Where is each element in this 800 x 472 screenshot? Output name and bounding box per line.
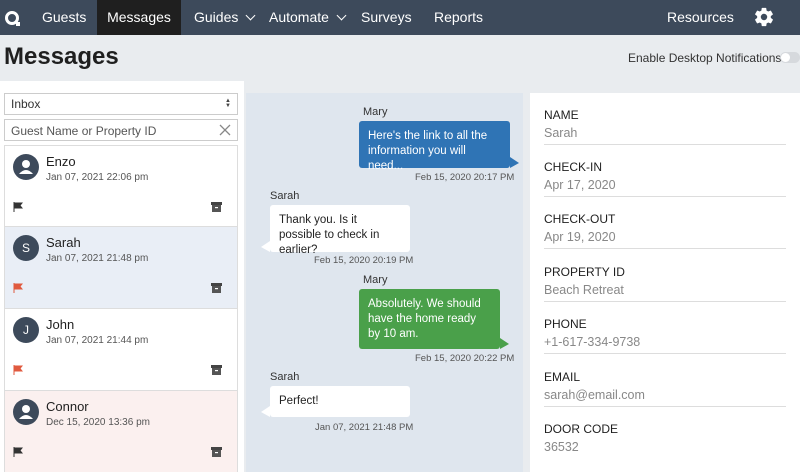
guest-search-input[interactable]: Guest Name or Property ID — [4, 119, 238, 141]
detail-door-code: DOOR CODE 36532 — [544, 407, 786, 459]
clear-search-icon[interactable] — [218, 123, 232, 137]
logo-icon[interactable] — [0, 0, 24, 35]
nav-guests[interactable]: Guests — [42, 0, 86, 35]
message-time: Feb 15, 2020 20:17 PM — [415, 172, 515, 183]
chevron-down-icon — [336, 10, 347, 21]
message-thread: Mary Here's the link to all the informat… — [246, 93, 523, 472]
guest-name: Sarah — [46, 235, 81, 250]
guest-date: Dec 15, 2020 13:36 pm — [46, 417, 150, 428]
detail-value: Apr 17, 2020 — [544, 178, 616, 192]
message-bubble: Perfect! — [270, 386, 410, 417]
guest-name: John — [46, 317, 75, 332]
user-icon — [19, 405, 33, 419]
desktop-notifications-label: Enable Desktop Notifications: — [628, 51, 785, 65]
user-icon — [19, 160, 33, 174]
guest-date: Jan 07, 2021 21:44 pm — [46, 335, 149, 346]
message-bubble: Absolutely. We should have the home read… — [359, 289, 500, 349]
avatar — [13, 154, 39, 180]
detail-label: NAME — [544, 108, 579, 122]
message-time: Feb 15, 2020 20:22 PM — [415, 353, 515, 364]
detail-check-in: CHECK-IN Apr 17, 2020 — [544, 145, 786, 197]
flag-icon[interactable] — [13, 447, 23, 457]
avatar: S — [13, 235, 39, 261]
avatar: J — [13, 317, 39, 343]
message-sender: Sarah — [270, 371, 300, 383]
archive-icon[interactable] — [211, 365, 222, 375]
guest-item-connor[interactable]: Connor Dec 15, 2020 13:36 pm — [4, 391, 238, 472]
guest-date: Jan 07, 2021 22:06 pm — [46, 172, 149, 183]
detail-value: Sarah — [544, 126, 578, 140]
bubble-tail — [500, 338, 509, 349]
guest-name: Connor — [46, 399, 89, 414]
guest-name: Enzo — [46, 154, 76, 169]
guest-details-panel: NAME Sarah CHECK-IN Apr 17, 2020 CHECK-O… — [530, 93, 800, 472]
message-time: Jan 07, 2021 21:48 PM — [315, 422, 414, 433]
gear-icon[interactable] — [753, 6, 775, 28]
desktop-notifications-toggle[interactable] — [780, 52, 800, 63]
detail-label: PHONE — [544, 317, 587, 331]
detail-value: 36532 — [544, 440, 579, 454]
top-navigation: Guests Messages Guides Automate Surveys … — [0, 0, 800, 35]
page-title: Messages — [4, 43, 119, 70]
flag-icon[interactable] — [13, 365, 23, 375]
guest-date: Jan 07, 2021 21:48 pm — [46, 253, 149, 264]
guest-item-john[interactable]: J John Jan 07, 2021 21:44 pm — [4, 309, 238, 391]
page-header: Messages Enable Desktop Notifications: — [0, 35, 800, 81]
avatar — [13, 399, 39, 425]
detail-property-id: PROPERTY ID Beach Retreat — [544, 250, 786, 302]
nav-reports[interactable]: Reports — [434, 0, 483, 35]
nav-guides[interactable]: Guides — [194, 0, 256, 35]
bubble-tail — [261, 241, 270, 252]
nav-messages[interactable]: Messages — [97, 0, 181, 35]
flag-icon[interactable] — [13, 283, 23, 293]
message-sender: Mary — [363, 274, 388, 286]
archive-icon[interactable] — [211, 283, 222, 293]
message-sender: Sarah — [270, 190, 300, 202]
detail-label: PROPERTY ID — [544, 265, 625, 279]
nav-automate[interactable]: Automate — [269, 0, 347, 35]
message-bubble: Thank you. Is it possible to check in ea… — [270, 205, 410, 256]
message-sender: Mary — [363, 106, 388, 118]
detail-value: Apr 19, 2020 — [544, 230, 616, 244]
flag-icon[interactable] — [13, 202, 23, 212]
detail-value: sarah@email.com — [544, 388, 645, 402]
nav-resources[interactable]: Resources — [667, 0, 734, 35]
detail-label: DOOR CODE — [544, 422, 619, 436]
guest-item-enzo[interactable]: Enzo Jan 07, 2021 22:06 pm — [4, 145, 238, 227]
detail-email: EMAIL sarah@email.com — [544, 355, 786, 407]
nav-automate-label: Automate — [269, 9, 329, 25]
detail-label: CHECK-IN — [544, 160, 603, 174]
detail-value: Beach Retreat — [544, 283, 624, 297]
guest-list: Enzo Jan 07, 2021 22:06 pm S Sarah Jan 0… — [4, 145, 238, 472]
archive-icon[interactable] — [211, 447, 222, 457]
nav-guides-label: Guides — [194, 9, 239, 25]
detail-value: +1-617-334-9738 — [544, 335, 641, 349]
detail-check-out: CHECK-OUT Apr 19, 2020 — [544, 197, 786, 249]
bubble-tail — [510, 157, 519, 168]
detail-label: EMAIL — [544, 370, 581, 384]
detail-phone: PHONE +1-617-334-9738 — [544, 302, 786, 354]
guest-search-placeholder: Guest Name or Property ID — [11, 124, 157, 138]
select-arrows-icon: ▲ ▼ — [225, 98, 231, 109]
inbox-select[interactable]: Inbox ▲ ▼ — [4, 93, 238, 115]
detail-name: NAME Sarah — [544, 93, 786, 145]
detail-label: CHECK-OUT — [544, 212, 616, 226]
chevron-down-icon — [245, 10, 256, 21]
archive-icon[interactable] — [211, 202, 222, 212]
message-time: Feb 15, 2020 20:19 PM — [314, 255, 414, 266]
message-bubble: Here's the link to all the information y… — [359, 121, 510, 172]
bubble-tail — [261, 406, 270, 417]
guest-item-sarah[interactable]: S Sarah Jan 07, 2021 21:48 pm — [4, 227, 238, 309]
nav-surveys[interactable]: Surveys — [361, 0, 412, 35]
conversation-list-panel: Inbox ▲ ▼ Guest Name or Property ID Enzo … — [0, 81, 244, 472]
inbox-select-value: Inbox — [11, 97, 41, 111]
